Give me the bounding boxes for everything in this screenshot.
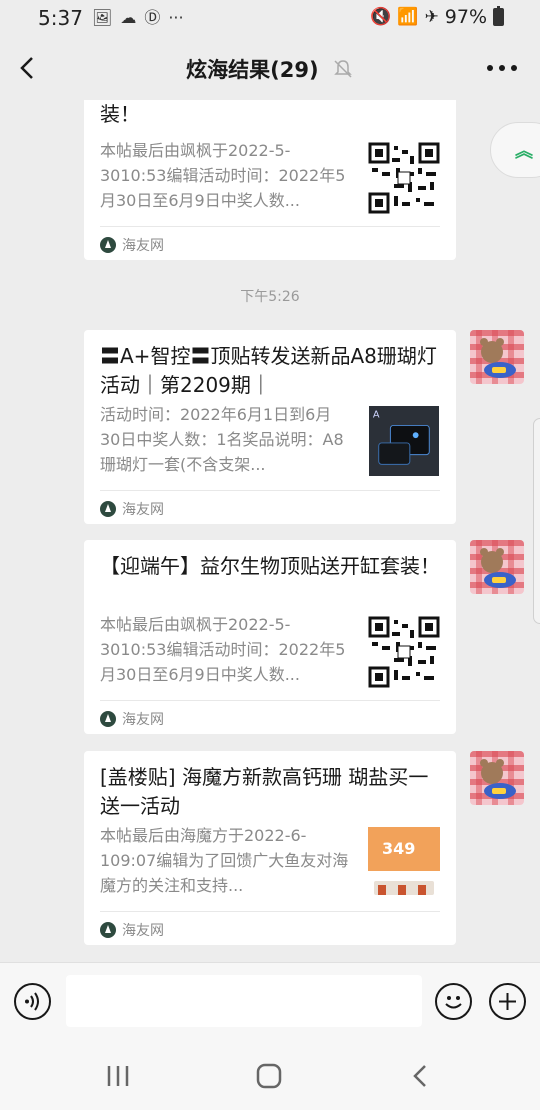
avatar[interactable] — [470, 540, 524, 594]
card-divider — [100, 490, 440, 491]
source-logo-icon — [100, 922, 116, 938]
qr-code-thumbnail — [368, 616, 440, 688]
card-description: 活动时间：2022年6月1日到6月30日中奖人数：1名奖品说明：A8珊瑚灯一套(… — [100, 405, 344, 474]
battery-icon — [493, 6, 504, 26]
svg-text:A: A — [373, 410, 380, 421]
avatar-image — [470, 540, 524, 594]
status-right: 🔇 📶 ✈ 97% — [370, 6, 504, 28]
card-description: 本帖最后由海魔方于2022-6-109:07编辑为了回馈广大鱼友对海魔方的关注和… — [100, 826, 349, 895]
source-name: 海友网 — [122, 923, 164, 939]
more-button[interactable] — [484, 56, 520, 80]
status-notification-icons: 🖼 ☁ Ⓓ ··· — [92, 8, 184, 28]
card-divider — [100, 911, 440, 912]
recent-apps-icon — [107, 1066, 129, 1086]
link-card[interactable]: 装！ 本帖最后由飒枫于2022-5-3010:53编辑活动时间：2022年5月3… — [84, 100, 456, 260]
card-title: 〓A+智控〓顶贴转发送新品A8珊瑚灯活动｜第2209期｜ — [100, 344, 437, 397]
muted-bell-icon — [334, 60, 352, 78]
card-description: 本帖最后由飒枫于2022-5-3010:53编辑活动时间：2022年5月30日至… — [100, 615, 346, 684]
voice-icon — [25, 992, 39, 1011]
status-time: 5:37 — [38, 6, 83, 30]
avatar[interactable] — [470, 330, 524, 384]
card-divider — [100, 700, 440, 701]
card-source: 海友网 — [100, 499, 164, 519]
battery-percent: 97% — [444, 6, 487, 28]
source-name: 海友网 — [122, 502, 164, 518]
airplane-icon: ✈ — [424, 7, 439, 27]
system-back-button[interactable] — [406, 1062, 436, 1090]
more-dots-icon: ··· — [168, 8, 184, 27]
avatar[interactable] — [470, 751, 524, 805]
message-input[interactable] — [66, 975, 422, 1027]
source-name: 海友网 — [122, 712, 164, 728]
promo-price-text: 349 — [382, 839, 416, 858]
card-description: 本帖最后由飒枫于2022-5-3010:53编辑活动时间：2022年5月30日至… — [100, 141, 346, 210]
chat-header: 炫海结果(29) — [0, 36, 540, 100]
more-icon — [487, 65, 517, 71]
wifi-icon: 📶 — [397, 7, 419, 27]
card-source: 海友网 — [100, 235, 164, 255]
link-card[interactable]: 〓A+智控〓顶贴转发送新品A8珊瑚灯活动｜第2209期｜ 活动时间：2022年6… — [84, 330, 456, 524]
card-divider — [100, 226, 440, 227]
collapse-float-button[interactable]: ︽ — [490, 122, 540, 178]
side-drawer-handle[interactable] — [533, 418, 540, 624]
card-source: 海友网 — [100, 920, 164, 940]
link-card[interactable]: 【迎端午】益尔生物顶贴送开缸套装！ 本帖最后由飒枫于2022-5-3010:53… — [84, 540, 456, 734]
status-bar: 5:37 🖼 ☁ Ⓓ ··· 🔇 📶 ✈ 97% — [0, 0, 540, 36]
source-name: 海友网 — [122, 238, 164, 254]
mute-icon: 🔇 — [370, 7, 392, 27]
input-bar — [0, 962, 540, 1040]
emoji-icon — [445, 996, 462, 1009]
cloud-icon: ☁ — [120, 8, 137, 27]
double-chevron-up-icon: ︽ — [515, 141, 533, 162]
home-icon — [256, 1063, 282, 1089]
card-title: 装！ — [100, 102, 140, 126]
avatar-image — [470, 330, 524, 384]
source-logo-icon — [100, 501, 116, 517]
system-nav-bar — [0, 1040, 540, 1110]
link-card[interactable]: [盖楼贴] 海魔方新款高钙珊 瑚盐买一送一活动 本帖最后由海魔方于2022-6-… — [84, 751, 456, 945]
voice-button[interactable] — [14, 983, 51, 1020]
avatar-image — [470, 751, 524, 805]
chat-area[interactable]: 装！ 本帖最后由飒枫于2022-5-3010:53编辑活动时间：2022年5月3… — [0, 100, 540, 962]
chat-title-wrap: 炫海结果(29) — [0, 54, 540, 84]
home-button[interactable] — [254, 1062, 284, 1090]
promo-thumbnail: 349 — [368, 827, 440, 899]
system-back-icon — [413, 1065, 426, 1087]
card-title: [盖楼贴] 海魔方新款高钙珊 瑚盐买一送一活动 — [100, 765, 429, 818]
source-logo-icon — [100, 237, 116, 253]
source-logo-icon — [100, 711, 116, 727]
plus-icon — [499, 993, 516, 1010]
qr-code-thumbnail — [368, 142, 440, 214]
more-actions-button[interactable] — [489, 983, 526, 1020]
app-icon: Ⓓ — [144, 8, 161, 27]
emoji-button[interactable] — [435, 983, 472, 1020]
product-thumbnail: A — [369, 406, 439, 476]
chat-title: 炫海结果(29) — [186, 58, 319, 82]
card-source: 海友网 — [100, 709, 164, 729]
recent-apps-button[interactable] — [104, 1062, 134, 1090]
card-title: 【迎端午】益尔生物顶贴送开缸套装！ — [100, 554, 440, 578]
image-icon: 🖼 — [92, 8, 113, 27]
message-timestamp: 下午5:26 — [240, 289, 300, 305]
